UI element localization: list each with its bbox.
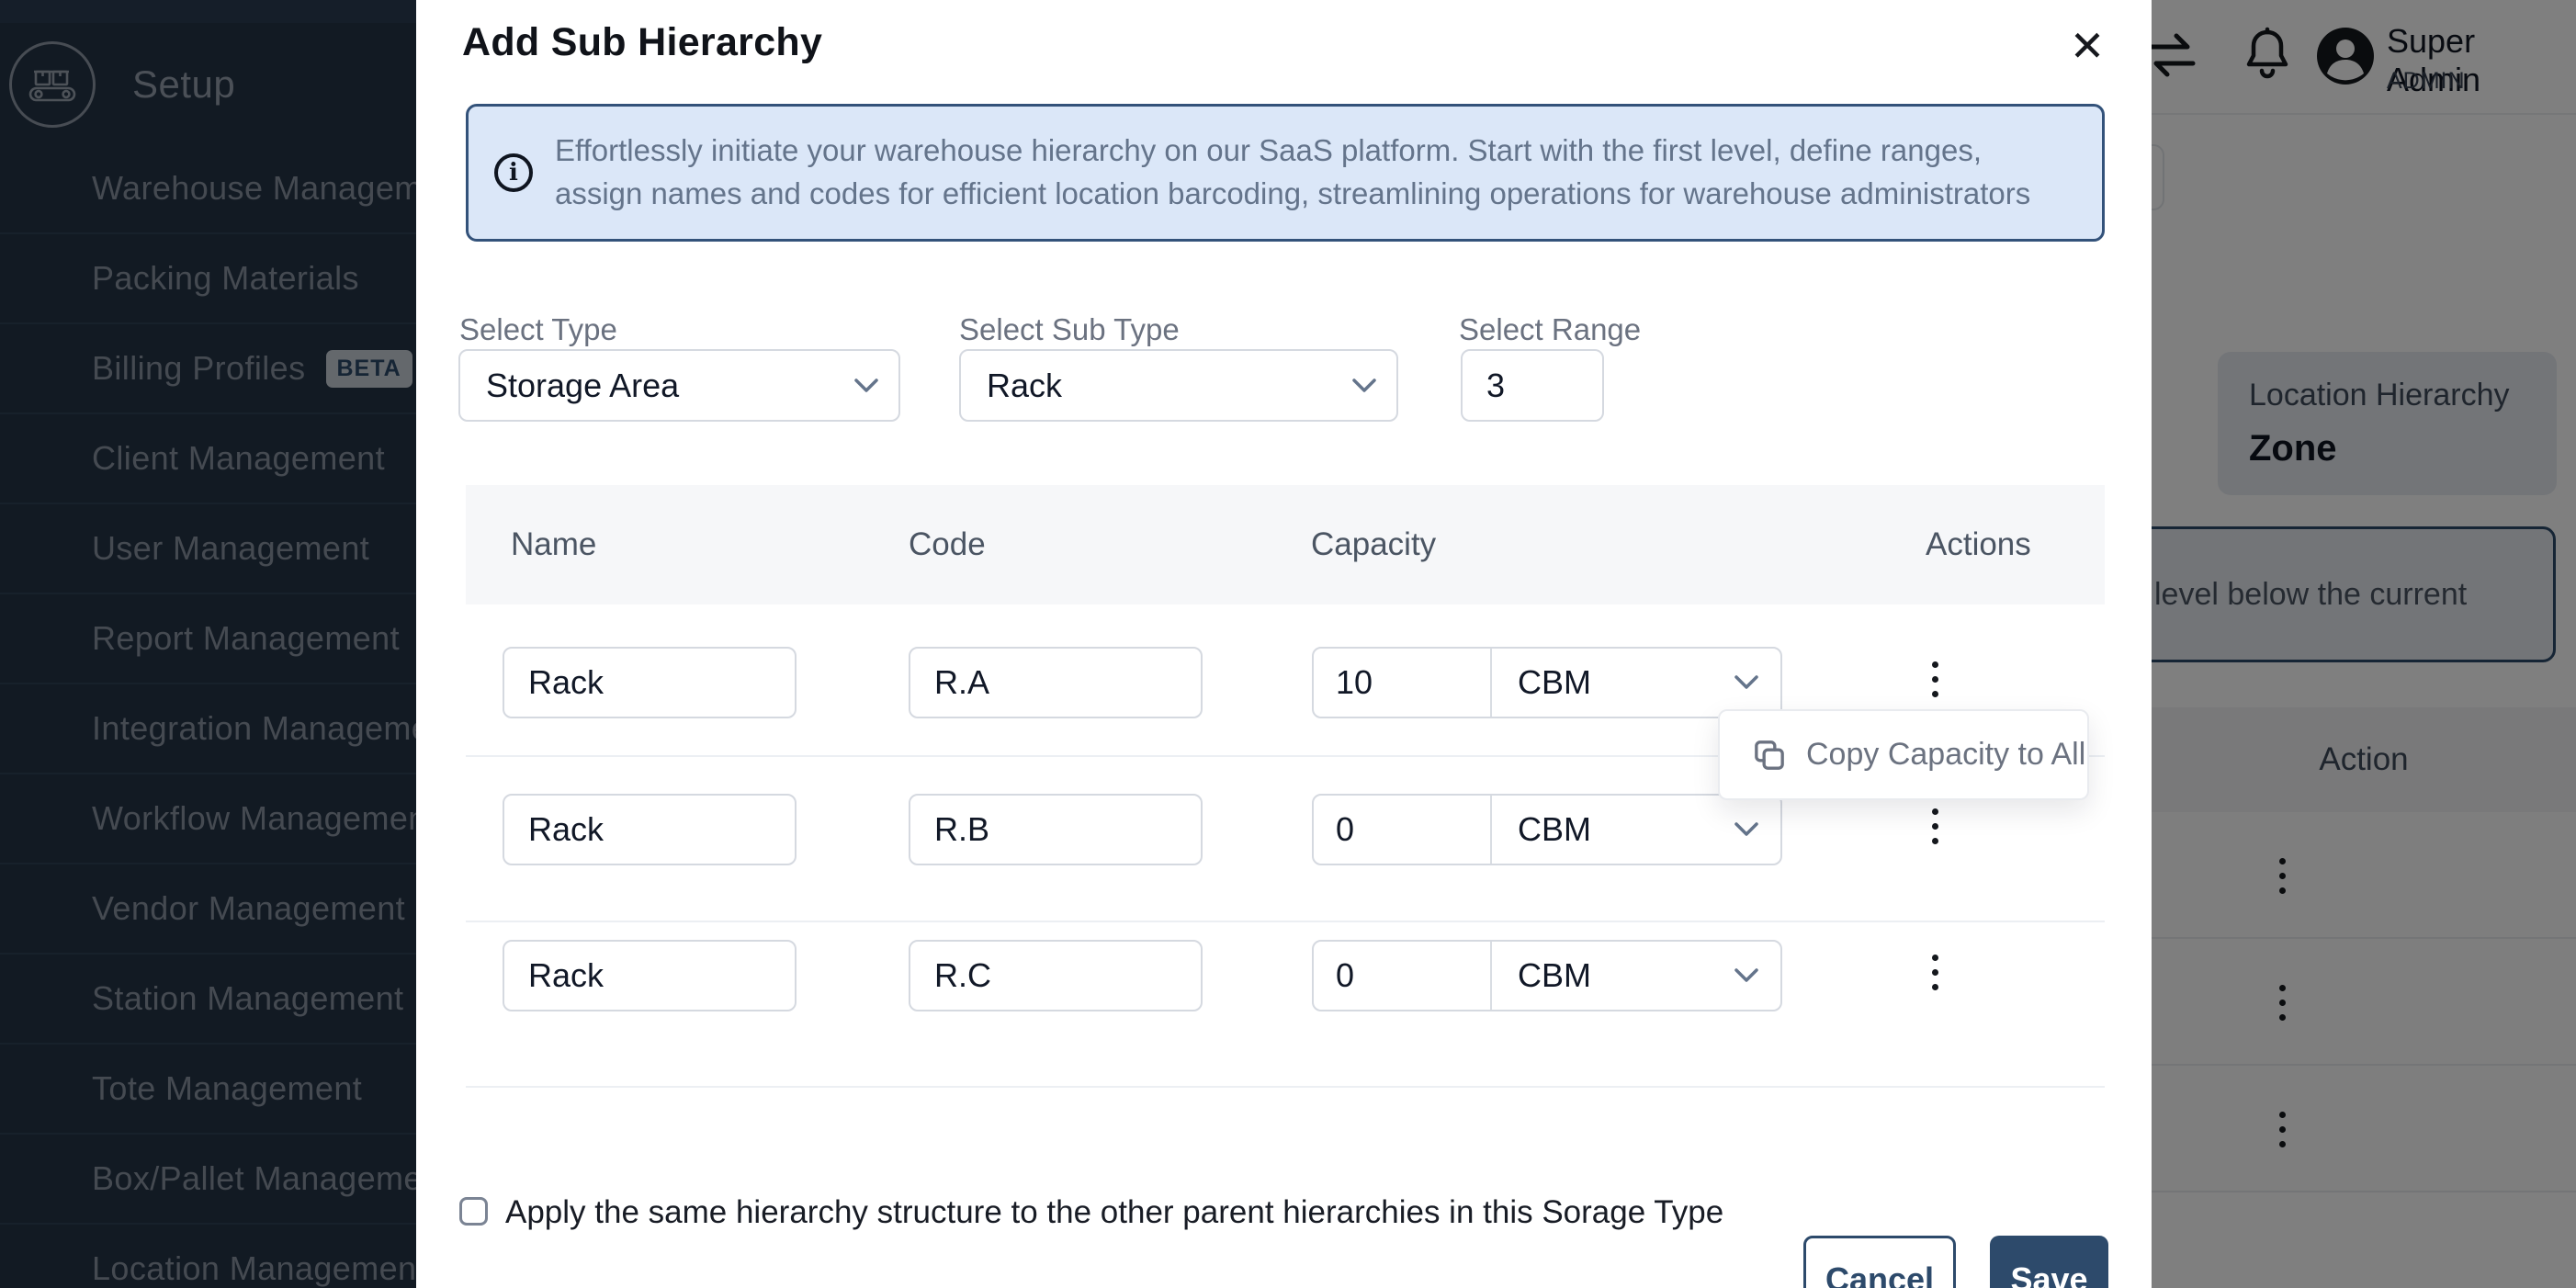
capacity-input[interactable] [1336,796,1490,864]
select-range-field [1461,349,1604,422]
column-capacity: Capacity [1311,526,1437,562]
capacity-field: CBM [1312,647,1782,718]
add-sub-hierarchy-modal: Add Sub Hierarchy ✕ i Effortlessly initi… [416,0,2152,1288]
chevron-down-icon [1734,822,1758,836]
name-input[interactable] [528,796,795,864]
chevron-down-icon [1734,968,1758,982]
screen: Setup Warehouse Management Packing Mater… [0,0,2576,1288]
capacity-unit-dropdown[interactable]: CBM [1492,649,1780,717]
chevron-down-icon [854,378,878,392]
row-actions-menu-button[interactable] [1926,656,1944,703]
capacity-field: CBM [1312,794,1782,865]
apply-structure-checkbox[interactable] [459,1197,488,1226]
info-icon: i [494,153,533,192]
name-field [503,794,797,865]
capacity-input[interactable] [1336,649,1490,717]
apply-structure-checkbox-label: Apply the same hierarchy structure to th… [505,1194,1724,1230]
code-field [909,940,1203,1011]
select-sub-type-label: Select Sub Type [959,312,1180,346]
select-range-label: Select Range [1459,312,1642,346]
name-field [503,940,797,1011]
code-input[interactable] [934,942,1201,1010]
capacity-input[interactable] [1336,942,1490,1010]
info-banner-text: Effortlessly initiate your warehouse hie… [555,133,2031,210]
save-button[interactable]: Save [1990,1236,2108,1288]
info-banner: i Effortlessly initiate your warehouse h… [466,104,2105,242]
chevron-down-icon [1352,378,1376,392]
column-actions: Actions [1926,526,2031,562]
row-actions-menu-button[interactable] [1926,949,1944,996]
column-name: Name [511,526,597,562]
cancel-button[interactable]: Cancel [1803,1236,1956,1288]
select-type-dropdown[interactable]: Storage Area [458,349,900,422]
close-icon[interactable]: ✕ [2058,17,2117,75]
name-input[interactable] [528,649,795,717]
name-field [503,647,797,718]
hierarchy-table-header: Name Code Capacity Actions [466,485,2105,604]
capacity-field: CBM [1312,940,1782,1011]
capacity-unit-dropdown[interactable]: CBM [1492,942,1780,1010]
copy-capacity-label: Copy Capacity to All [1806,737,2086,772]
copy-capacity-menu-item[interactable]: Copy Capacity to All [1718,709,2089,800]
row-divider [466,921,2105,922]
select-range-input[interactable] [1486,351,1602,420]
chevron-down-icon [1734,675,1758,689]
capacity-unit-dropdown[interactable]: CBM [1492,796,1780,864]
row-divider [466,1086,2105,1088]
select-sub-type-dropdown[interactable]: Rack [959,349,1398,422]
copy-icon [1755,740,1784,770]
code-input[interactable] [934,649,1201,717]
select-type-label: Select Type [459,312,617,346]
code-input[interactable] [934,796,1201,864]
name-input[interactable] [528,942,795,1010]
row-actions-menu-button[interactable] [1926,803,1944,850]
code-field [909,794,1203,865]
code-field [909,647,1203,718]
modal-title: Add Sub Hierarchy [462,20,823,64]
column-code: Code [909,526,986,562]
